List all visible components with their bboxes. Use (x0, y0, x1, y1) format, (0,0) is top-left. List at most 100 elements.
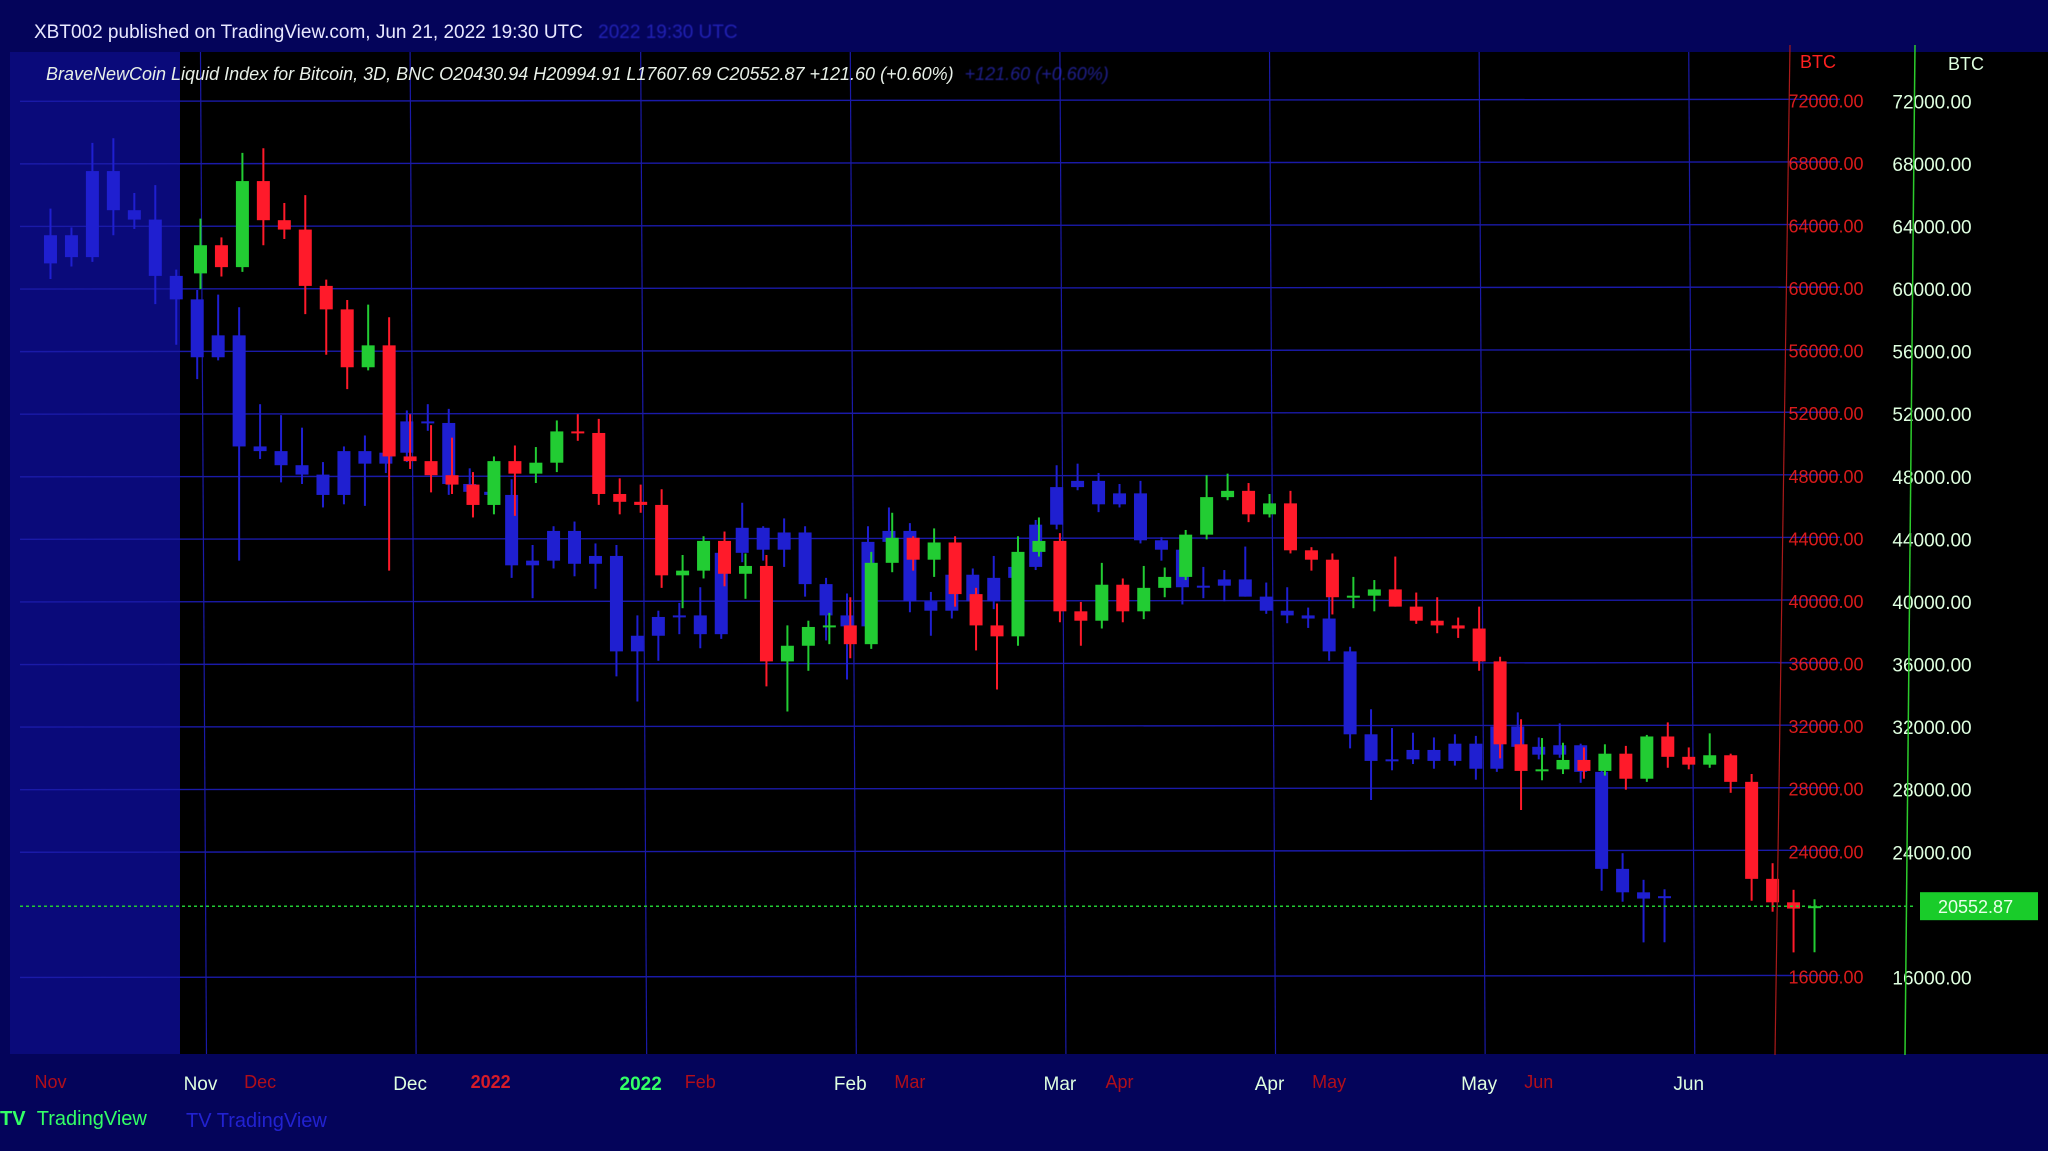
candle-body (403, 456, 417, 462)
last-price-label: 20552.87 (1938, 897, 2013, 917)
ghost-candle-body (1427, 749, 1441, 761)
ghost-candle-body (211, 335, 225, 358)
y-tick-label-ghost: 44000.00 (1788, 529, 1863, 549)
tradingview-logo-ghost-icon: TV (186, 1110, 212, 1132)
y-tick-label-ghost: 60000.00 (1788, 279, 1863, 299)
ghost-candle-body (1133, 493, 1147, 541)
ghost-candle-body (1092, 480, 1106, 505)
candle-body (340, 309, 354, 368)
y-tick-label: 64000.00 (1892, 217, 1971, 238)
candle-body (1472, 628, 1486, 662)
candle-body (1200, 497, 1214, 535)
x-tick-label: Jun (1673, 1074, 1704, 1095)
y-tick-label-ghost: 28000.00 (1788, 780, 1863, 800)
tradingview-brand-label: TradingView (36, 1108, 147, 1130)
x-tick-label-ghost: Dec (244, 1072, 276, 1092)
y-tick-label: 56000.00 (1892, 343, 1971, 364)
ghost-candle-body (1637, 892, 1651, 899)
candle-body (885, 537, 899, 563)
ghost-candle-body (358, 451, 372, 464)
x-tick-label: Dec (393, 1074, 427, 1095)
ghost-candle-body (505, 494, 519, 566)
ghost-candle-body (777, 532, 791, 550)
ghost-candle-body (274, 451, 288, 466)
ghost-candle-body (1385, 759, 1399, 762)
candle-body (1011, 551, 1025, 637)
ghost-candle-body (337, 451, 351, 495)
y-tick-label-ghost: 48000.00 (1788, 467, 1863, 487)
y-tick-label: 40000.00 (1892, 593, 1971, 614)
candle-body (1095, 584, 1109, 621)
candle-body (1032, 540, 1046, 552)
ghost-candle-body (106, 171, 120, 211)
ghost-candle-body (840, 615, 854, 627)
candle-body (1179, 534, 1193, 577)
x-tick-label: Mar (1044, 1074, 1077, 1095)
y-tick-label-ghost: 52000.00 (1788, 404, 1863, 424)
ghost-candle-body (1113, 493, 1127, 505)
ghost-candle-body (735, 527, 749, 553)
ghost-candle-body (148, 219, 162, 276)
publish-line-ghost: 2022 19:30 UTC (598, 22, 738, 43)
candle-body (1535, 769, 1549, 772)
tradingview-brand-ghost: TV TradingView (186, 1110, 327, 1133)
candle-body (843, 625, 857, 645)
candle-body (382, 345, 396, 457)
y-tick-label-ghost: 68000.00 (1788, 154, 1863, 174)
candle-body (235, 181, 249, 268)
ghost-candle-body (609, 555, 623, 652)
ghost-candle-body (651, 616, 665, 636)
ghost-candle-body (1616, 868, 1630, 893)
ghost-candle-body (295, 465, 309, 475)
candle-body (256, 181, 270, 221)
ghost-candle-body (1448, 743, 1462, 761)
y-tick-label: 28000.00 (1892, 781, 1971, 802)
candle-body (571, 431, 585, 434)
candle-body (1074, 611, 1088, 621)
ghost-candle-body (547, 530, 561, 561)
ghost-candle-body (1658, 896, 1672, 899)
x-tick-label: Feb (834, 1074, 867, 1095)
ghost-candle-body (316, 474, 330, 495)
candle-body (634, 501, 648, 505)
candle-body (1221, 490, 1235, 498)
ghost-candle-body (400, 421, 414, 453)
symbol-ohlc-info: BraveNewCoin Liquid Index for Bitcoin, 3… (46, 64, 1109, 85)
candlestick-chart[interactable]: 72000.00 72000.00 68000.00 68000.00 64000.00… (0, 0, 2048, 1146)
y-tick-label-ghost: 64000.00 (1788, 216, 1863, 236)
candle-body (718, 540, 732, 574)
candle-body (1367, 589, 1381, 596)
candle-body (990, 625, 1004, 637)
y-tick-label-ghost: 36000.00 (1788, 655, 1863, 675)
candle-body (759, 565, 773, 662)
candle-body (214, 245, 228, 268)
price-axis-unit-label-ghost: BTC (1800, 52, 1836, 72)
candle-body (1137, 587, 1151, 612)
ghost-candle-body (1280, 610, 1294, 616)
x-tick-label: May (1461, 1074, 1497, 1095)
candle-body (1283, 503, 1297, 551)
ghost-candle-body (190, 299, 204, 358)
candle-body (1661, 736, 1675, 757)
ghost-candle-body (526, 560, 540, 566)
change-ghost: +121.60 (+0.60%) (964, 64, 1109, 84)
y-tick-label: 32000.00 (1892, 718, 1971, 739)
price-axis-unit-label: BTC (1948, 54, 1984, 74)
y-tick-label-ghost: 72000.00 (1788, 91, 1863, 111)
candle-body (1724, 755, 1738, 782)
candle-body (1745, 781, 1759, 879)
candle-body (319, 285, 333, 310)
ghost-candle-body (924, 601, 938, 611)
y-tick-label: 48000.00 (1892, 468, 1971, 489)
candle-body (1493, 661, 1507, 745)
candle-body (1703, 755, 1717, 765)
candle-body (1304, 550, 1318, 560)
y-tick-label-ghost: 40000.00 (1788, 592, 1863, 612)
ghost-candle-body (421, 421, 435, 424)
publish-info: XBT002 published on TradingView.com, Jun… (34, 22, 738, 44)
x-tick-label-ghost: Jun (1524, 1072, 1553, 1092)
candle-body (550, 431, 564, 463)
candle-body (1556, 759, 1570, 770)
candle-body (1682, 756, 1696, 765)
tradingview-brand[interactable]: TV TradingView (0, 1108, 147, 1131)
